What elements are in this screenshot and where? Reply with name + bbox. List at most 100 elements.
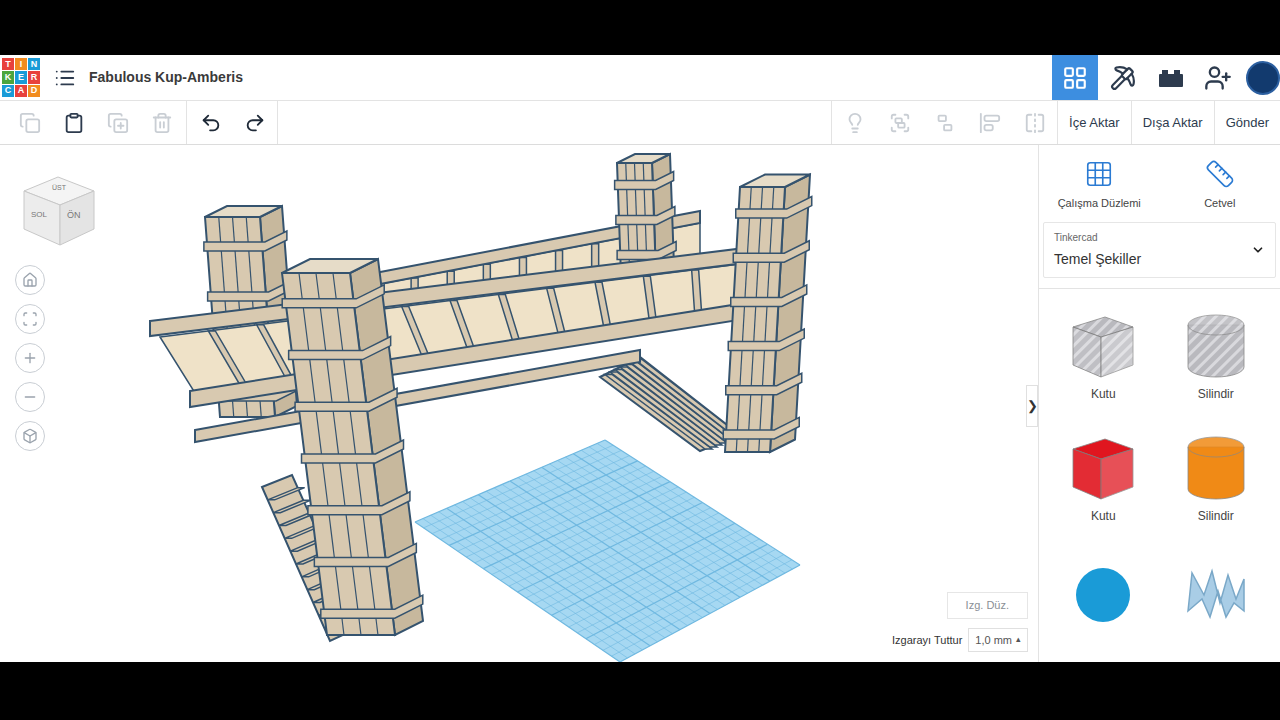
logo-letter: R bbox=[28, 71, 40, 83]
shape-tool-button[interactable] bbox=[967, 101, 1012, 144]
letterbox-bottom bbox=[0, 662, 1280, 720]
action-button[interactable]: Gönder bbox=[1215, 113, 1280, 133]
logo-letter: K bbox=[2, 71, 14, 83]
app: TIN KER CAD Fabulous Kup-Amberis İçe AktarDı… bbox=[0, 0, 1280, 720]
action-button[interactable]: İçe Aktar bbox=[1058, 113, 1131, 133]
text-shape-icon bbox=[1178, 551, 1254, 627]
shape-tool-button[interactable] bbox=[832, 101, 877, 144]
logo-letter: D bbox=[28, 85, 40, 97]
view-control-icon bbox=[22, 389, 38, 405]
shape-tool-button[interactable] bbox=[1012, 101, 1057, 144]
undo-icon bbox=[200, 112, 222, 134]
shape-item[interactable]: Silindir bbox=[1160, 429, 1273, 525]
add-user-icon[interactable] bbox=[1204, 64, 1232, 92]
view-control-button[interactable] bbox=[15, 343, 45, 373]
box-shape-icon bbox=[1065, 307, 1141, 383]
edit-tool-button[interactable] bbox=[140, 101, 184, 144]
undo-button[interactable] bbox=[189, 101, 233, 144]
box-shape-icon bbox=[1065, 429, 1141, 505]
grid-settings: Izg. Düz. Izgarayı Tuttur 1,0 mm▴ bbox=[892, 592, 1028, 652]
workplane[interactable] bbox=[415, 440, 800, 662]
bridge-model[interactable] bbox=[0, 145, 1038, 662]
design-title[interactable]: Fabulous Kup-Amberis bbox=[89, 67, 243, 88]
bricks-icon bbox=[1158, 68, 1184, 88]
edit-tool-button[interactable] bbox=[96, 101, 140, 144]
edit-tool-icon bbox=[107, 112, 129, 134]
canvas-3d[interactable]: ÜST SOL ÖN Izg. Düz. Izgarayı Tuttur 1,0 mm▴ ❯ bbox=[0, 145, 1038, 662]
ruler-icon bbox=[1205, 159, 1235, 189]
edit-tool-button[interactable] bbox=[8, 101, 52, 144]
collapse-panel-button[interactable]: ❯ bbox=[1026, 385, 1038, 427]
view-control-icon bbox=[22, 428, 38, 444]
shape-label: Kutu bbox=[1091, 385, 1116, 403]
shape-tool-icon bbox=[1024, 112, 1046, 134]
logo-letter: C bbox=[2, 85, 14, 97]
shape-tool-icon bbox=[844, 112, 866, 134]
logo-letter: N bbox=[28, 58, 40, 70]
shape-tool-icon bbox=[934, 112, 956, 134]
view-mode-button[interactable] bbox=[1148, 55, 1194, 100]
view-control-button[interactable] bbox=[15, 304, 45, 334]
snap-grid-label: Izgarayı Tuttur bbox=[892, 632, 962, 649]
rail-beam[interactable] bbox=[190, 303, 745, 407]
shape-item[interactable] bbox=[1047, 551, 1160, 627]
edit-grid-button[interactable]: Izg. Düz. bbox=[947, 592, 1028, 619]
shape-item[interactable]: Silindir bbox=[1160, 307, 1273, 403]
snap-grid-select[interactable]: 1,0 mm▴ bbox=[968, 628, 1028, 653]
grid-view-icon bbox=[1062, 65, 1088, 91]
cylinder-shape-icon bbox=[1178, 429, 1254, 505]
view-cube-front[interactable]: ÖN bbox=[67, 209, 81, 223]
view-cube-icon bbox=[20, 171, 96, 247]
shape-label: Kutu bbox=[1091, 507, 1116, 525]
view-cube-top[interactable]: ÜST bbox=[52, 183, 66, 194]
logo-letter: I bbox=[15, 58, 27, 70]
view-controls bbox=[15, 265, 45, 451]
edit-tool-icon bbox=[19, 112, 41, 134]
shape-item[interactable]: Kutu bbox=[1047, 307, 1160, 403]
pillar[interactable] bbox=[723, 175, 812, 453]
view-mode-button[interactable] bbox=[1052, 55, 1098, 100]
shape-label: Silindir bbox=[1198, 507, 1234, 525]
shape-item[interactable] bbox=[1160, 551, 1273, 627]
pickaxe-icon bbox=[1110, 65, 1136, 91]
shape-tool-button[interactable] bbox=[877, 101, 922, 144]
logo-letter: E bbox=[15, 71, 27, 83]
shape-label: Silindir bbox=[1198, 385, 1234, 403]
workspace: ÜST SOL ÖN Izg. Düz. Izgarayı Tuttur 1,0 mm▴ ❯… bbox=[0, 145, 1280, 662]
pillar[interactable] bbox=[282, 259, 423, 635]
shape-tool-icon bbox=[979, 112, 1001, 134]
view-control-button[interactable] bbox=[15, 265, 45, 295]
app-header: TIN KER CAD Fabulous Kup-Amberis bbox=[0, 55, 1280, 101]
panel-tool[interactable]: Cetvel bbox=[1165, 159, 1275, 212]
redo-button[interactable] bbox=[233, 101, 277, 144]
logo-letter: T bbox=[2, 58, 14, 70]
letterbox-top bbox=[0, 0, 1280, 55]
redo-icon bbox=[244, 112, 266, 134]
shape-tool-button[interactable] bbox=[922, 101, 967, 144]
view-cube[interactable]: ÜST SOL ÖN bbox=[20, 171, 96, 247]
view-cube-left[interactable]: SOL bbox=[31, 209, 47, 221]
view-mode-button[interactable] bbox=[1100, 55, 1146, 100]
design-list-icon[interactable] bbox=[54, 67, 76, 89]
shape-tool-icon bbox=[889, 112, 911, 134]
view-control-icon bbox=[22, 272, 38, 288]
sphere-shape-icon bbox=[1065, 551, 1141, 627]
tinkercad-logo[interactable]: TIN KER CAD bbox=[2, 58, 40, 97]
shapes-panel: Çalışma DüzlemiCetvel TinkercadTemel Şeki… bbox=[1038, 145, 1280, 662]
view-control-icon bbox=[22, 311, 38, 327]
view-control-icon bbox=[22, 350, 38, 366]
toolbar: İçe AktarDışa AktarGönder bbox=[0, 101, 1280, 145]
library-select[interactable]: TinkercadTemel Şekiller bbox=[1043, 222, 1276, 278]
edit-tool-icon bbox=[63, 112, 85, 134]
logo-letter: A bbox=[15, 85, 27, 97]
action-button[interactable]: Dışa Aktar bbox=[1132, 113, 1214, 133]
shape-item[interactable]: Kutu bbox=[1047, 429, 1160, 525]
view-control-button[interactable] bbox=[15, 382, 45, 412]
edit-tool-icon bbox=[151, 112, 173, 134]
dropdown-icon bbox=[1251, 243, 1265, 257]
view-control-button[interactable] bbox=[15, 421, 45, 451]
edit-tool-button[interactable] bbox=[52, 101, 96, 144]
cylinder-shape-icon bbox=[1178, 307, 1254, 383]
avatar[interactable] bbox=[1246, 61, 1280, 95]
panel-tool[interactable]: Çalışma Düzlemi bbox=[1044, 159, 1154, 212]
